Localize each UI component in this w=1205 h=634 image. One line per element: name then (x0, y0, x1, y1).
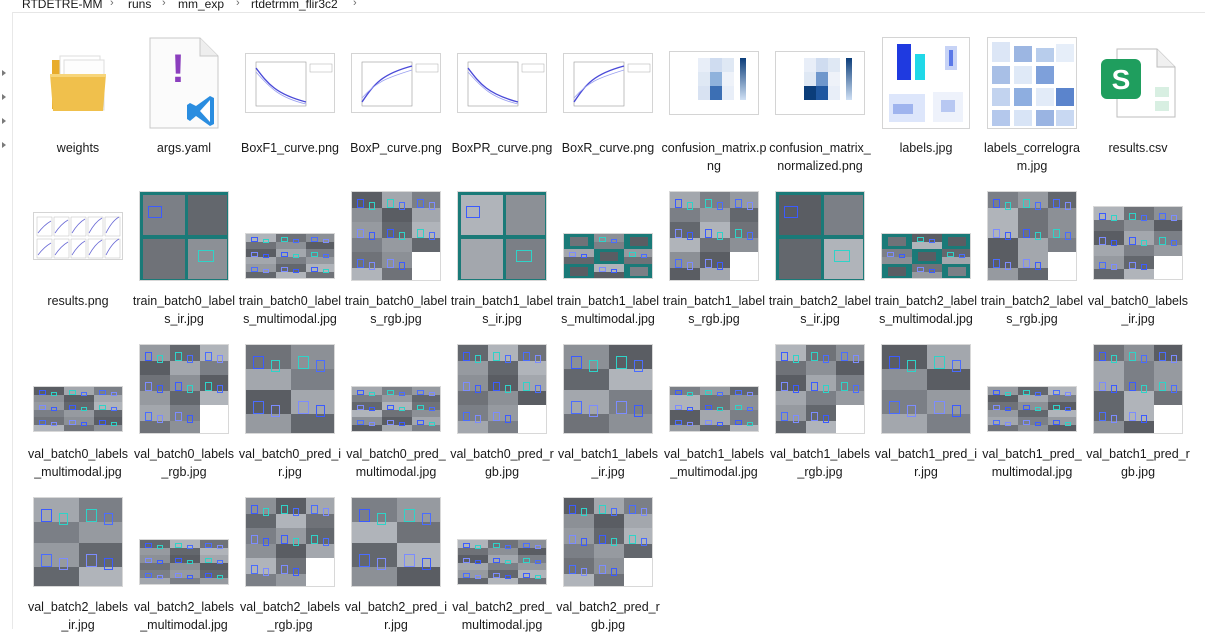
image-thumbnail (131, 490, 237, 593)
file-name-label: val_batch0_pred_ir.jpg (238, 447, 342, 479)
image-thumbnail (131, 337, 237, 440)
navigation-pane-edge (0, 12, 13, 629)
image-thumbnail (555, 490, 661, 593)
confusion-matrix-thumbnail (661, 31, 767, 134)
file-name-label: train_batch1_labels_rgb.jpg (662, 294, 766, 326)
file-name-label: results.png (47, 294, 109, 308)
confusion-matrix-thumbnail (767, 31, 873, 134)
file-name-label: val_batch0_labels_ir.jpg (1087, 294, 1189, 326)
file-name-label: confusion_matrix_normalized.png (769, 141, 871, 173)
curve-plot-thumbnail (237, 31, 343, 134)
file-name-label: train_batch1_labels_multimodal.jpg (556, 294, 660, 326)
image-thumbnail (25, 337, 131, 440)
image-thumbnail (449, 184, 555, 287)
file-name-label: val_batch0_pred_multimodal.jpg (346, 447, 446, 479)
image-thumbnail (343, 337, 449, 440)
curve-plot-thumbnail (449, 31, 555, 134)
file-name-label: BoxPR_curve.png (451, 141, 553, 155)
svg-text:!: ! (171, 47, 184, 91)
image-thumbnail (661, 184, 767, 287)
file-name-label: val_batch0_labels_rgb.jpg (133, 447, 235, 479)
image-thumbnail (237, 184, 343, 287)
file-name-label: labels_correlogram.jpg (984, 141, 1080, 173)
expand-arrow-icon[interactable] (2, 118, 6, 124)
image-thumbnail (343, 490, 449, 593)
image-thumbnail (25, 490, 131, 593)
image-thumbnail (873, 184, 979, 287)
file-name-label: train_batch1_labels_ir.jpg (450, 294, 554, 326)
file-name-label: results.csv (1108, 141, 1168, 155)
file-name-label: args.yaml (156, 141, 212, 155)
image-thumbnail (555, 184, 661, 287)
breadcrumb-separator-icon[interactable]: › (110, 0, 114, 9)
breadcrumb-item[interactable]: mm_exp (178, 0, 224, 10)
expand-arrow-icon[interactable] (2, 70, 6, 76)
expand-arrow-icon[interactable] (2, 94, 6, 100)
breadcrumb-separator-icon[interactable]: › (353, 0, 357, 9)
file-name-label: weights (56, 141, 100, 155)
image-thumbnail (449, 337, 555, 440)
file-name-label: train_batch0_labels_rgb.jpg (344, 294, 448, 326)
file-name-label: train_batch0_labels_multimodal.jpg (238, 294, 342, 326)
file-name-label: val_batch1_pred_ir.jpg (874, 447, 978, 479)
image-thumbnail (555, 337, 661, 440)
curve-plot-thumbnail (343, 31, 449, 134)
svg-text:S: S (1112, 64, 1131, 95)
file-name-label: confusion_matrix.png (661, 141, 767, 173)
file-name-label: val_batch1_labels_ir.jpg (557, 447, 659, 479)
file-name-label: BoxR_curve.png (561, 141, 655, 155)
vscode-yaml-file-icon: ! (131, 31, 237, 134)
file-name-label: train_batch2_labels_ir.jpg (768, 294, 872, 326)
curve-plot-thumbnail (555, 31, 661, 134)
file-name-label: labels.jpg (899, 141, 953, 155)
file-name-label: val_batch1_labels_rgb.jpg (769, 447, 871, 479)
image-thumbnail (1085, 337, 1191, 440)
image-thumbnail (979, 184, 1085, 287)
file-name-label: val_batch1_pred_rgb.jpg (1086, 447, 1190, 479)
image-thumbnail (767, 337, 873, 440)
file-name-label: val_batch0_pred_rgb.jpg (450, 447, 554, 479)
file-name-label: BoxP_curve.png (350, 141, 442, 155)
breadcrumb-item[interactable]: rtdetrmm_flir3c2 (251, 0, 338, 10)
breadcrumb-item[interactable]: runs (128, 0, 151, 10)
file-name-label: train_batch2_labels_rgb.jpg (980, 294, 1084, 326)
correlogram-thumbnail (979, 31, 1085, 134)
image-thumbnail (767, 184, 873, 287)
image-thumbnail (131, 184, 237, 287)
image-thumbnail (873, 337, 979, 440)
breadcrumb-separator-icon[interactable]: › (236, 0, 240, 9)
file-name-label: train_batch2_labels_multimodal.jpg (874, 294, 978, 326)
file-name-label: val_batch0_labels_multimodal.jpg (27, 447, 129, 479)
image-thumbnail (343, 184, 449, 287)
file-name-label: BoxF1_curve.png (241, 141, 339, 155)
image-thumbnail (237, 490, 343, 593)
image-thumbnail (449, 490, 555, 593)
spreadsheet-csv-icon: S (1085, 31, 1191, 134)
image-thumbnail (979, 337, 1085, 440)
breadcrumb-item[interactable]: RTDETRE-MM (22, 0, 102, 10)
image-thumbnail (661, 337, 767, 440)
image-thumbnail (1085, 184, 1191, 287)
labels-plot-thumbnail (873, 31, 979, 134)
breadcrumb-separator-icon[interactable]: › (162, 0, 166, 9)
file-name-label: train_batch0_labels_ir.jpg (132, 294, 236, 326)
results-plot-thumbnail (25, 184, 131, 287)
file-name-label: val_batch1_pred_multimodal.jpg (982, 447, 1082, 479)
expand-arrow-icon[interactable] (2, 142, 6, 148)
folder-icon (25, 31, 131, 134)
file-name-label: val_batch1_labels_multimodal.jpg (663, 447, 765, 479)
address-breadcrumb: RTDETRE-MM › runs › mm_exp › rtdetrmm_flir3c2 › (0, 0, 1205, 13)
image-thumbnail (237, 337, 343, 440)
